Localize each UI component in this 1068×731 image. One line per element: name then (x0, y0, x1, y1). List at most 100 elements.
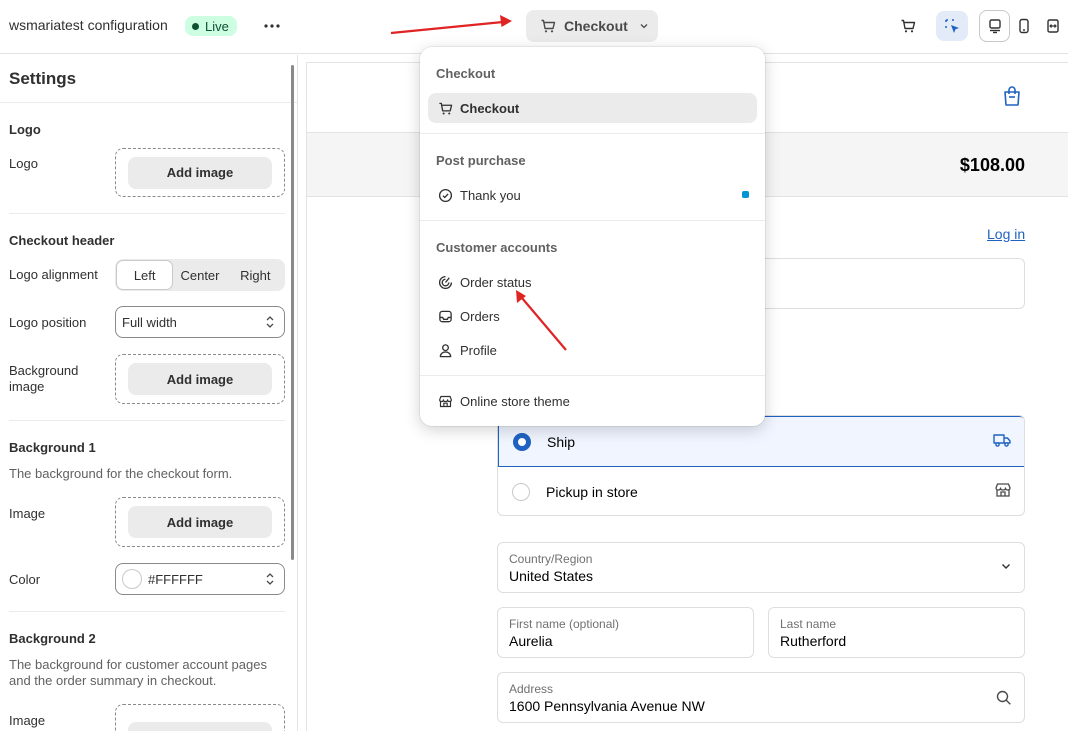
logo-position-value: Full width (122, 314, 177, 330)
background1-title: Background 1 (9, 440, 96, 455)
background2-title: Background 2 (9, 631, 96, 646)
first-name-value: Aurelia (509, 633, 553, 649)
live-badge-label: Live (205, 18, 229, 34)
background2-image-label: Image (9, 713, 46, 728)
mobile-icon (1018, 18, 1029, 34)
delivery-pickup-option[interactable]: Pickup in store (498, 467, 1024, 515)
logo-section-title: Logo (9, 122, 41, 137)
menu-divider (420, 375, 765, 376)
background1-color-value: #FFFFFF (148, 571, 203, 587)
cart-preview-button[interactable] (892, 11, 924, 41)
menu-item-profile[interactable]: Profile (428, 335, 757, 365)
sidebar-scrollbar[interactable] (291, 65, 294, 560)
logo-position-select[interactable]: Full width (115, 306, 285, 338)
ship-label: Ship (547, 433, 576, 450)
expand-horizontal-icon (1046, 19, 1059, 33)
chevron-down-icon (1000, 560, 1012, 572)
app-title: wsmariatest configuration (9, 17, 168, 33)
store-icon (439, 395, 452, 407)
desktop-icon (988, 19, 1001, 34)
pickup-radio[interactable] (512, 483, 530, 501)
sidebar-title: Settings (0, 55, 297, 103)
last-name-field[interactable]: Last name Rutherford (768, 607, 1025, 658)
menu-divider (420, 220, 765, 221)
background-image-label: Background image (9, 363, 79, 394)
background2-image-dropzone[interactable]: Add image (115, 704, 285, 731)
log-in-link[interactable]: Log in (987, 226, 1025, 242)
alignment-left-button[interactable]: Left (117, 261, 173, 289)
background1-add-image-button[interactable]: Add image (128, 506, 272, 538)
ship-radio[interactable] (513, 432, 531, 451)
pickup-label: Pickup in store (546, 484, 638, 500)
menu-item-thank-you[interactable]: Thank you (428, 180, 757, 210)
divider (9, 611, 285, 612)
country-value: United States (509, 568, 594, 584)
background1-color-picker[interactable]: #FFFFFF (115, 563, 285, 595)
background1-image-label: Image (9, 506, 46, 521)
address-field[interactable]: Address 1600 Pennsylvania Avenue NW (497, 672, 1025, 723)
full-width-view-button[interactable] (1038, 11, 1067, 41)
page-selector-label: Checkout (564, 18, 628, 34)
cart-icon (901, 19, 916, 33)
more-actions-button[interactable] (258, 13, 286, 39)
menu-section-customer-accounts: Customer accounts (436, 240, 558, 255)
menu-section-post-purchase: Post purchase (436, 153, 526, 168)
mobile-view-button[interactable] (1009, 11, 1038, 41)
background1-image-dropzone[interactable]: Add image (115, 497, 285, 547)
inspector-toggle-button[interactable] (936, 11, 968, 41)
logo-dropzone[interactable]: Add image (115, 148, 285, 197)
check-circle-icon (438, 188, 453, 202)
header-background-add-image-button[interactable]: Add image (128, 363, 272, 395)
live-dot-icon (192, 22, 199, 30)
order-status-icon (438, 275, 453, 289)
device-view-toggle (980, 11, 1068, 41)
shopping-bag-button[interactable] (1002, 85, 1022, 107)
ellipsis-icon (264, 24, 280, 28)
live-status-badge: Live (185, 16, 237, 36)
search-icon (996, 690, 1012, 706)
address-label: Address (509, 682, 554, 696)
store-icon (994, 482, 1012, 498)
settings-sidebar: Settings Logo Logo Add image Checkout he… (0, 55, 298, 731)
menu-section-checkout: Checkout (436, 66, 496, 81)
page-selector-button[interactable]: Checkout (526, 10, 658, 42)
background2-add-image-button[interactable]: Add image (128, 722, 272, 731)
address-value: 1600 Pennsylvania Avenue NW (509, 698, 705, 714)
menu-item-online-store-theme[interactable]: Online store theme (428, 386, 757, 416)
country-label: Country/Region (509, 552, 593, 566)
select-arrows-icon (266, 573, 274, 585)
person-icon (439, 343, 452, 357)
top-bar: wsmariatest configuration Live Checkout (0, 0, 1068, 54)
delivery-method-group: Ship Pickup in store (497, 415, 1025, 516)
menu-item-orders[interactable]: Orders (428, 301, 757, 331)
first-name-field[interactable]: First name (optional) Aurelia (497, 607, 754, 658)
order-total: $108.00 (959, 155, 1025, 175)
logo-alignment-label: Logo alignment (9, 267, 98, 282)
select-arrows-icon (266, 316, 274, 328)
last-name-label: Last name (780, 617, 837, 631)
cart-icon (439, 102, 453, 114)
country-region-select[interactable]: Country/Region United States (497, 542, 1025, 593)
logo-position-label: Logo position (9, 315, 87, 330)
background2-description: The background for customer account page… (9, 657, 267, 688)
background1-color-label: Color (9, 572, 41, 587)
first-name-label: First name (optional) (509, 617, 620, 631)
header-background-dropzone[interactable]: Add image (115, 354, 285, 404)
chevron-down-icon (640, 24, 648, 29)
desktop-view-button[interactable] (980, 11, 1009, 41)
logo-alignment-segmented-control: Left Center Right (115, 259, 285, 291)
background1-description: The background for the checkout form. (9, 466, 233, 481)
cart-icon (541, 19, 556, 33)
last-name-value: Rutherford (780, 633, 847, 649)
divider (9, 213, 285, 214)
alignment-center-button[interactable]: Center (172, 261, 227, 289)
menu-divider (420, 133, 765, 134)
menu-item-order-status[interactable]: Order status (428, 267, 757, 297)
background2-section: Background 2 The background for customer… (9, 631, 285, 689)
menu-item-checkout[interactable]: Checkout (428, 93, 757, 123)
logo-add-image-button[interactable]: Add image (128, 156, 272, 189)
color-swatch (122, 569, 142, 589)
checkout-header-section-title: Checkout header (9, 233, 115, 248)
alignment-right-button[interactable]: Right (228, 261, 283, 289)
logo-label: Logo (9, 156, 38, 171)
